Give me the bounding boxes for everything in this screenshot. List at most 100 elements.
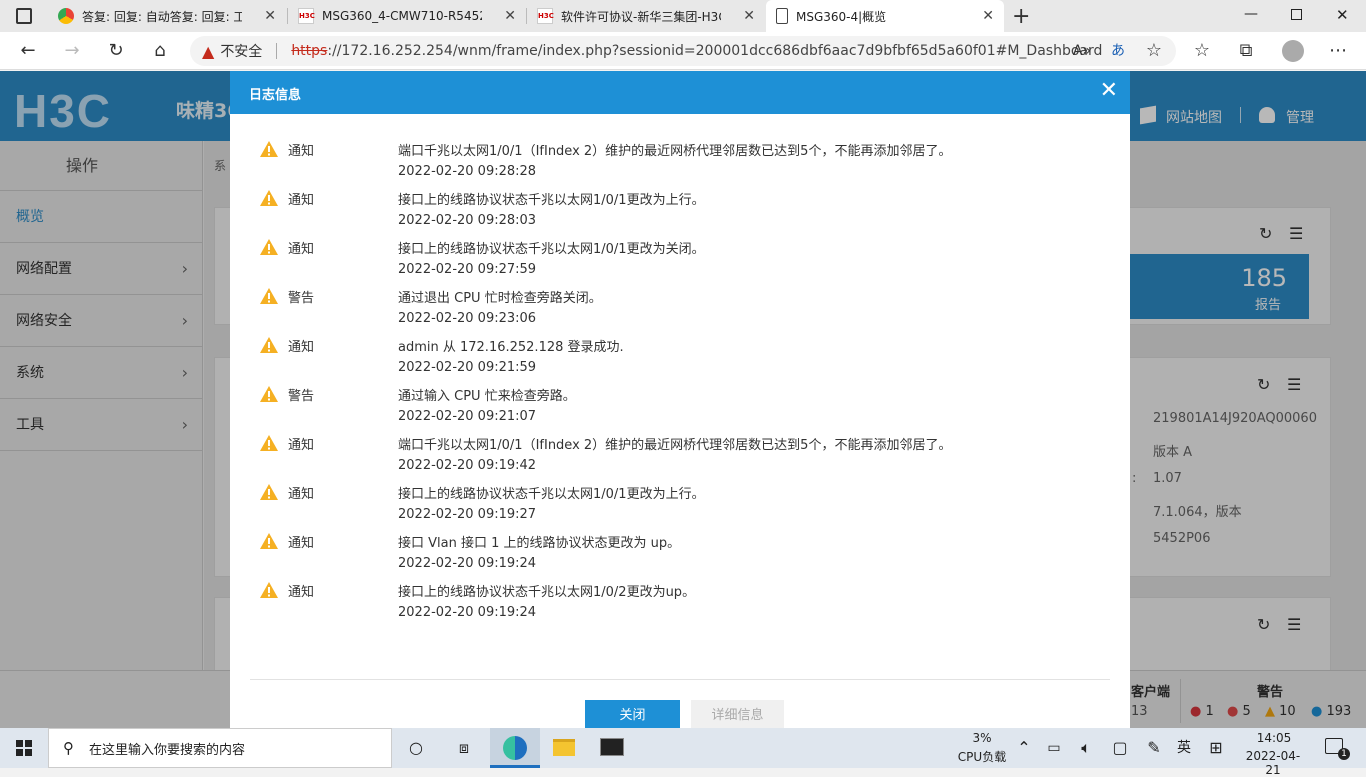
close-button[interactable]: 关闭: [585, 700, 680, 730]
close-tab-icon[interactable]: ✕: [982, 8, 994, 24]
add-favorite-icon[interactable]: ☆: [1142, 40, 1166, 62]
network-icon[interactable]: ▢: [1108, 736, 1132, 760]
log-entry: 警告 通过退出 CPU 忙时检查旁路关闭。 2022-02-20 09:23:06: [230, 281, 1130, 330]
close-window-button[interactable]: ✕: [1336, 6, 1349, 24]
log-time: 2022-02-20 09:28:03: [398, 213, 537, 228]
log-entry: 通知 接口上的线路协议状态千兆以太网1/0/1更改为关闭。 2022-02-20 0…: [230, 232, 1130, 281]
back-icon[interactable]: ←: [16, 40, 40, 62]
address-toolbar: ← → ↻ ⌂ ▲ 不安全 https ://172.16.252.254/wn…: [0, 32, 1366, 70]
clock-time[interactable]: 14:05: [1244, 731, 1304, 745]
log-message: 接口 Vlan 接口 1 上的线路协议状态更改为 up。: [398, 536, 681, 551]
warning-icon: [260, 582, 278, 598]
read-aloud-icon[interactable]: A»: [1070, 40, 1094, 62]
forward-icon[interactable]: →: [60, 40, 84, 62]
terminal-icon[interactable]: [600, 738, 624, 756]
log-time: 2022-02-20 09:27:59: [398, 262, 537, 277]
ime-indicator[interactable]: 英: [1172, 736, 1196, 760]
taskbar: ⚲ 在这里输入你要搜索的内容 ○ ⧈ 3% CPU负载 ⌃ ▭ 🔈︎ ▢ ✎ 英…: [0, 728, 1366, 777]
log-time: 2022-02-20 09:19:24: [398, 605, 537, 620]
warning-icon: [260, 435, 278, 451]
warning-icon: [260, 141, 278, 157]
cpu-label: CPU负载: [957, 750, 1007, 764]
task-view-icon[interactable]: ⧈: [452, 736, 476, 760]
clock-date[interactable]: 2022-04-21: [1240, 749, 1306, 777]
warning-icon: [260, 288, 278, 304]
tab-actions-icon[interactable]: [16, 8, 32, 24]
keyboard-icon[interactable]: ▭: [1042, 736, 1066, 760]
tab-title: MSG360-4|概览: [796, 9, 887, 24]
h3c-icon: H3C: [298, 8, 315, 24]
log-message: 端口千兆以太网1/0/1（IfIndex 2）维护的最近网桥代理邻居数已达到5个…: [398, 438, 952, 453]
ime-grid-icon[interactable]: ⊞: [1204, 736, 1228, 760]
log-entry: 通知 接口上的线路协议状态千兆以太网1/0/2更改为up。 2022-02-20 0…: [230, 575, 1130, 624]
log-message: 通过输入 CPU 忙来检查旁路。: [398, 389, 576, 404]
warning-icon: [260, 239, 278, 255]
log-level: 通知: [288, 585, 315, 600]
pen-icon[interactable]: ✎: [1142, 736, 1166, 760]
log-time: 2022-02-20 09:19:24: [398, 556, 537, 571]
dialog-title: 日志信息: [249, 88, 302, 103]
log-message: 接口上的线路协议状态千兆以太网1/0/2更改为up。: [398, 585, 696, 600]
close-tab-icon[interactable]: ✕: [264, 8, 276, 24]
log-level: 通知: [288, 242, 315, 257]
search-icon: ⚲: [63, 739, 74, 757]
browser-tab-3[interactable]: H3C 软件许可协议-新华三集团-H3C ✕: [527, 0, 765, 32]
log-level: 通知: [288, 536, 315, 551]
log-time: 2022-02-20 09:21:59: [398, 360, 537, 375]
log-level: 警告: [288, 291, 315, 306]
browser-tab-1[interactable]: 答复: 回复: 自动答复: 回复: 工... ✕: [48, 0, 286, 32]
close-tab-icon[interactable]: ✕: [504, 8, 516, 24]
file-explorer-icon[interactable]: [553, 739, 575, 756]
favorites-icon[interactable]: ☆: [1190, 40, 1214, 62]
minimize-button[interactable]: —: [1244, 6, 1258, 22]
browser-tab-2[interactable]: H3C MSG360_4-CMW710-R5452P06... ✕: [288, 0, 526, 32]
log-time: 2022-02-20 09:23:06: [398, 311, 537, 326]
taskbar-search-input[interactable]: ⚲ 在这里输入你要搜索的内容: [48, 728, 392, 768]
close-icon[interactable]: ✕: [1100, 79, 1118, 103]
dialog-header: 日志信息 ✕: [230, 71, 1130, 114]
warning-icon: [260, 190, 278, 206]
h3c-icon: H3C: [537, 8, 554, 24]
url-text: ://172.16.252.254/wnm/frame/index.php?se…: [327, 43, 1103, 59]
log-entry: 通知 端口千兆以太网1/0/1（IfIndex 2）维护的最近网桥代理邻居数已达到…: [230, 134, 1130, 183]
details-button[interactable]: 详细信息: [691, 700, 784, 730]
close-tab-icon[interactable]: ✕: [743, 8, 755, 24]
restore-button[interactable]: [1291, 9, 1302, 20]
collections-icon[interactable]: ⧉: [1234, 40, 1258, 62]
refresh-icon[interactable]: ↻: [104, 40, 128, 62]
browser-tab-4[interactable]: MSG360-4|概览 ✕: [766, 0, 1004, 32]
volume-icon[interactable]: 🔈︎: [1074, 736, 1098, 760]
url-bar[interactable]: ▲ 不安全 https ://172.16.252.254/wnm/frame/…: [190, 36, 1176, 66]
translate-icon[interactable]: あ: [1106, 40, 1130, 62]
log-level: 通知: [288, 487, 315, 502]
log-info-dialog: 日志信息 ✕ 通知 端口千兆以太网1/0/1（IfIndex 2）维护的最近网桥代…: [230, 71, 1130, 730]
profile-avatar[interactable]: [1282, 40, 1304, 62]
notification-count: 1: [1338, 748, 1350, 760]
log-entry: 通知 接口上的线路协议状态千兆以太网1/0/1更改为上行。 2022-02-20 0…: [230, 183, 1130, 232]
tab-title: 答复: 回复: 自动答复: 回复: 工...: [82, 9, 242, 24]
log-level: 通知: [288, 144, 315, 159]
warning-icon: [260, 386, 278, 402]
log-level: 警告: [288, 389, 315, 404]
log-message: 接口上的线路协议状态千兆以太网1/0/1更改为上行。: [398, 487, 705, 502]
home-icon[interactable]: ⌂: [148, 40, 172, 62]
log-message: admin 从 172.16.252.128 登录成功.: [398, 340, 624, 355]
search-placeholder: 在这里输入你要搜索的内容: [89, 742, 246, 758]
log-message: 接口上的线路协议状态千兆以太网1/0/1更改为关闭。: [398, 242, 705, 257]
cortana-icon[interactable]: ○: [404, 736, 428, 760]
log-time: 2022-02-20 09:28:28: [398, 164, 537, 179]
log-level: 通知: [288, 340, 315, 355]
page-icon: [776, 8, 788, 24]
log-level: 通知: [288, 438, 315, 453]
windows-start-icon[interactable]: [16, 740, 32, 756]
log-time: 2022-02-20 09:19:27: [398, 507, 537, 522]
cpu-percent: 3%: [972, 731, 992, 745]
warning-icon: ▲: [202, 41, 215, 61]
log-entry: 通知 接口 Vlan 接口 1 上的线路协议状态更改为 up。 2022-02-20…: [230, 526, 1130, 575]
warning-icon: [260, 484, 278, 500]
log-level: 通知: [288, 193, 315, 208]
new-tab-button[interactable]: +: [1012, 4, 1030, 29]
chevron-up-icon[interactable]: ⌃: [1012, 736, 1036, 760]
edge-icon[interactable]: [490, 728, 540, 768]
more-options-icon[interactable]: ⋯: [1326, 40, 1350, 62]
